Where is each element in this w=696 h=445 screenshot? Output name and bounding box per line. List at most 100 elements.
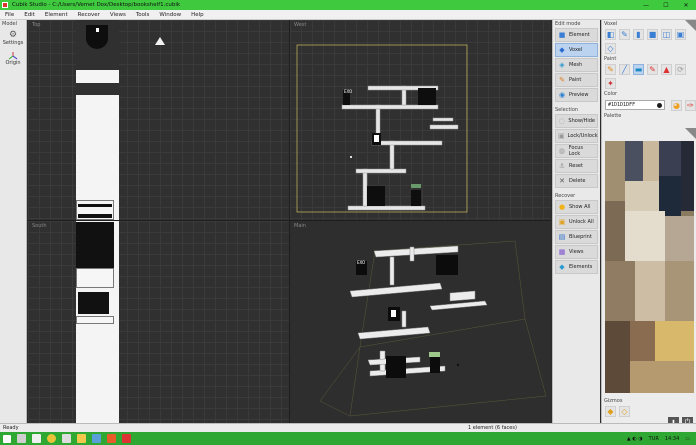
focus-icon: ◍ [558,147,565,155]
views-button[interactable]: ▦ Views [555,245,598,259]
palette-image[interactable] [605,141,694,393]
taskbar: ▲ ◐ ◑ TUR 14:34 ▭ [0,432,696,445]
gear-icon: ⚙ [8,30,18,40]
properties-panel: Voxel ◧ ✎ ▮ ■ ◫ ▣ ◇ Paint ✎ ╱ ▬ ✎ ▲ ⟳ ✦ … [601,20,696,428]
pencil-icon[interactable]: ✎ [605,64,616,75]
unlock-icon: ▣ [558,218,566,226]
color-title: Color [604,91,618,97]
model-section-label: Model [2,21,18,27]
minimize-button[interactable]: — [636,2,656,9]
palette-title: Palette [604,113,622,119]
taskbar-folder-icon[interactable] [77,434,86,443]
elements-button[interactable]: ◆ Elements [555,260,598,274]
tray-icons[interactable]: ▲ ◐ ◑ [627,436,643,442]
replace-icon[interactable]: ⟳ [675,64,686,75]
origin-button[interactable]: Origin [0,48,26,68]
clock[interactable]: 14:34 [665,436,679,442]
focus-lock-button[interactable]: ◍ Focus Lock [555,144,598,158]
voxel-select-icon[interactable]: ◇ [605,43,616,54]
voxel-pencil-icon[interactable]: ✎ [619,29,630,40]
edit-mode-title: Edit mode [555,21,581,27]
menu-tools[interactable]: Tools [131,12,155,18]
delete-icon: ✕ [559,177,565,185]
color-picker-icon[interactable]: ◕ [671,99,682,111]
line-icon[interactable]: ╱ [619,64,630,75]
color-hex-input[interactable]: #1D1D1DFF [605,100,665,110]
menu-views[interactable]: Views [105,12,131,18]
panel-corner-icon[interactable] [685,20,696,31]
menu-file[interactable]: File [0,12,19,18]
mode-preview-button[interactable]: ◉ Preview [555,88,598,102]
gizmo-wire-icon[interactable]: ◇ [619,406,630,417]
taskbar-chrome-icon[interactable] [47,434,56,443]
bulb-icon: ◌ [558,117,565,125]
palette-corner-icon[interactable] [685,128,696,139]
menu-help[interactable]: Help [186,12,209,18]
taskbar-cubik-icon[interactable] [122,434,131,443]
menu-recover[interactable]: Recover [73,12,105,18]
origin-label: Origin [5,60,21,66]
notification-icon[interactable]: ▭ [685,436,690,442]
brush-paint-icon[interactable]: ✎ [647,64,658,75]
selection-title: Selection [555,107,579,113]
gizmo-cube-icon[interactable]: ◆ [605,406,616,417]
input-language[interactable]: TUR [649,436,659,442]
voxel-cube-icon[interactable]: ■ [647,29,658,40]
axes-icon [8,50,18,60]
delete-button[interactable]: ✕ Delete [555,174,598,188]
voxel-icon: ◆ [559,46,565,54]
reset-button[interactable]: ⚓ Reset [555,159,598,173]
lock-unlock-button[interactable]: ▣ Lock/Unlock [555,129,598,143]
voxel-add-icon[interactable]: ◧ [605,29,616,40]
views-icon: ▦ [558,248,566,256]
sign-label-west: EXO [344,89,352,94]
voxel-tools: ◧ ✎ ▮ ■ ◫ ▣ ◇ [602,28,696,55]
mode-mesh-button[interactable]: ◈ Mesh [555,58,598,72]
blueprint-button[interactable]: ▤ Blueprint [555,230,598,244]
taskbar-app-7[interactable] [107,434,116,443]
viewport-top[interactable]: Top [28,20,289,220]
close-button[interactable]: ✕ [676,2,696,9]
start-icon[interactable] [3,434,11,443]
eyedropper-icon[interactable]: ✑ [685,99,696,111]
show-all-button[interactable]: ● Show All [555,200,598,214]
viewport-west[interactable]: West EXO [290,20,551,220]
settings-label: Settings [2,40,24,46]
paint-tools: ✎ ╱ ▬ ✎ ▲ ⟳ ✦ [602,63,696,90]
blueprint-icon: ▤ [558,233,566,241]
bucket-icon[interactable]: ▲ [661,64,672,75]
mode-voxel-button[interactable]: ◆ Voxel [555,43,598,57]
voxel-title: Voxel [604,21,618,27]
status-text: Ready [3,425,19,431]
elements-icon: ◆ [559,263,565,271]
mode-element-button[interactable]: ■ Element [555,28,598,42]
bookshelf-west-view: EXO [296,44,468,213]
rect-fill-icon[interactable]: ▬ [633,64,644,75]
eye-icon: ◉ [558,91,566,99]
brush-icon: ✎ [559,76,565,84]
menu-window[interactable]: Window [154,12,186,18]
gizmos-title: Gizmos [604,398,623,404]
title-bar: Cubik Studio - C:/Users/Vemet Dox/Deskto… [0,0,696,10]
maximize-button[interactable]: ☐ [656,2,676,9]
taskbar-app-6[interactable] [92,434,101,443]
lightbulb-icon: ● [558,203,566,211]
taskbar-app-1[interactable] [17,434,26,443]
unlock-all-button[interactable]: ▣ Unlock All [555,215,598,229]
menu-edit[interactable]: Edit [19,12,40,18]
bookshelf-top-silhouette [86,25,108,49]
mode-paint-button[interactable]: ✎ Paint [555,73,598,87]
voxel-multi-icon[interactable]: ◫ [661,29,672,40]
show-hide-button[interactable]: ◌ Show/Hide [555,114,598,128]
cursor-marker-icon [155,37,165,45]
taskbar-app-4[interactable] [62,434,71,443]
menu-element[interactable]: Element [40,12,73,18]
settings-button[interactable]: ⚙ Settings [0,28,26,48]
voxel-extrude-icon[interactable]: ▮ [633,29,644,40]
viewport-south[interactable]: South [28,221,289,423]
paint-title: Paint [604,56,617,62]
magic-wand-icon[interactable]: ✦ [605,78,616,89]
viewport-top-label: Top [32,22,41,28]
taskbar-app-2[interactable] [32,434,41,443]
viewport-main[interactable]: Main EXO [290,221,551,423]
